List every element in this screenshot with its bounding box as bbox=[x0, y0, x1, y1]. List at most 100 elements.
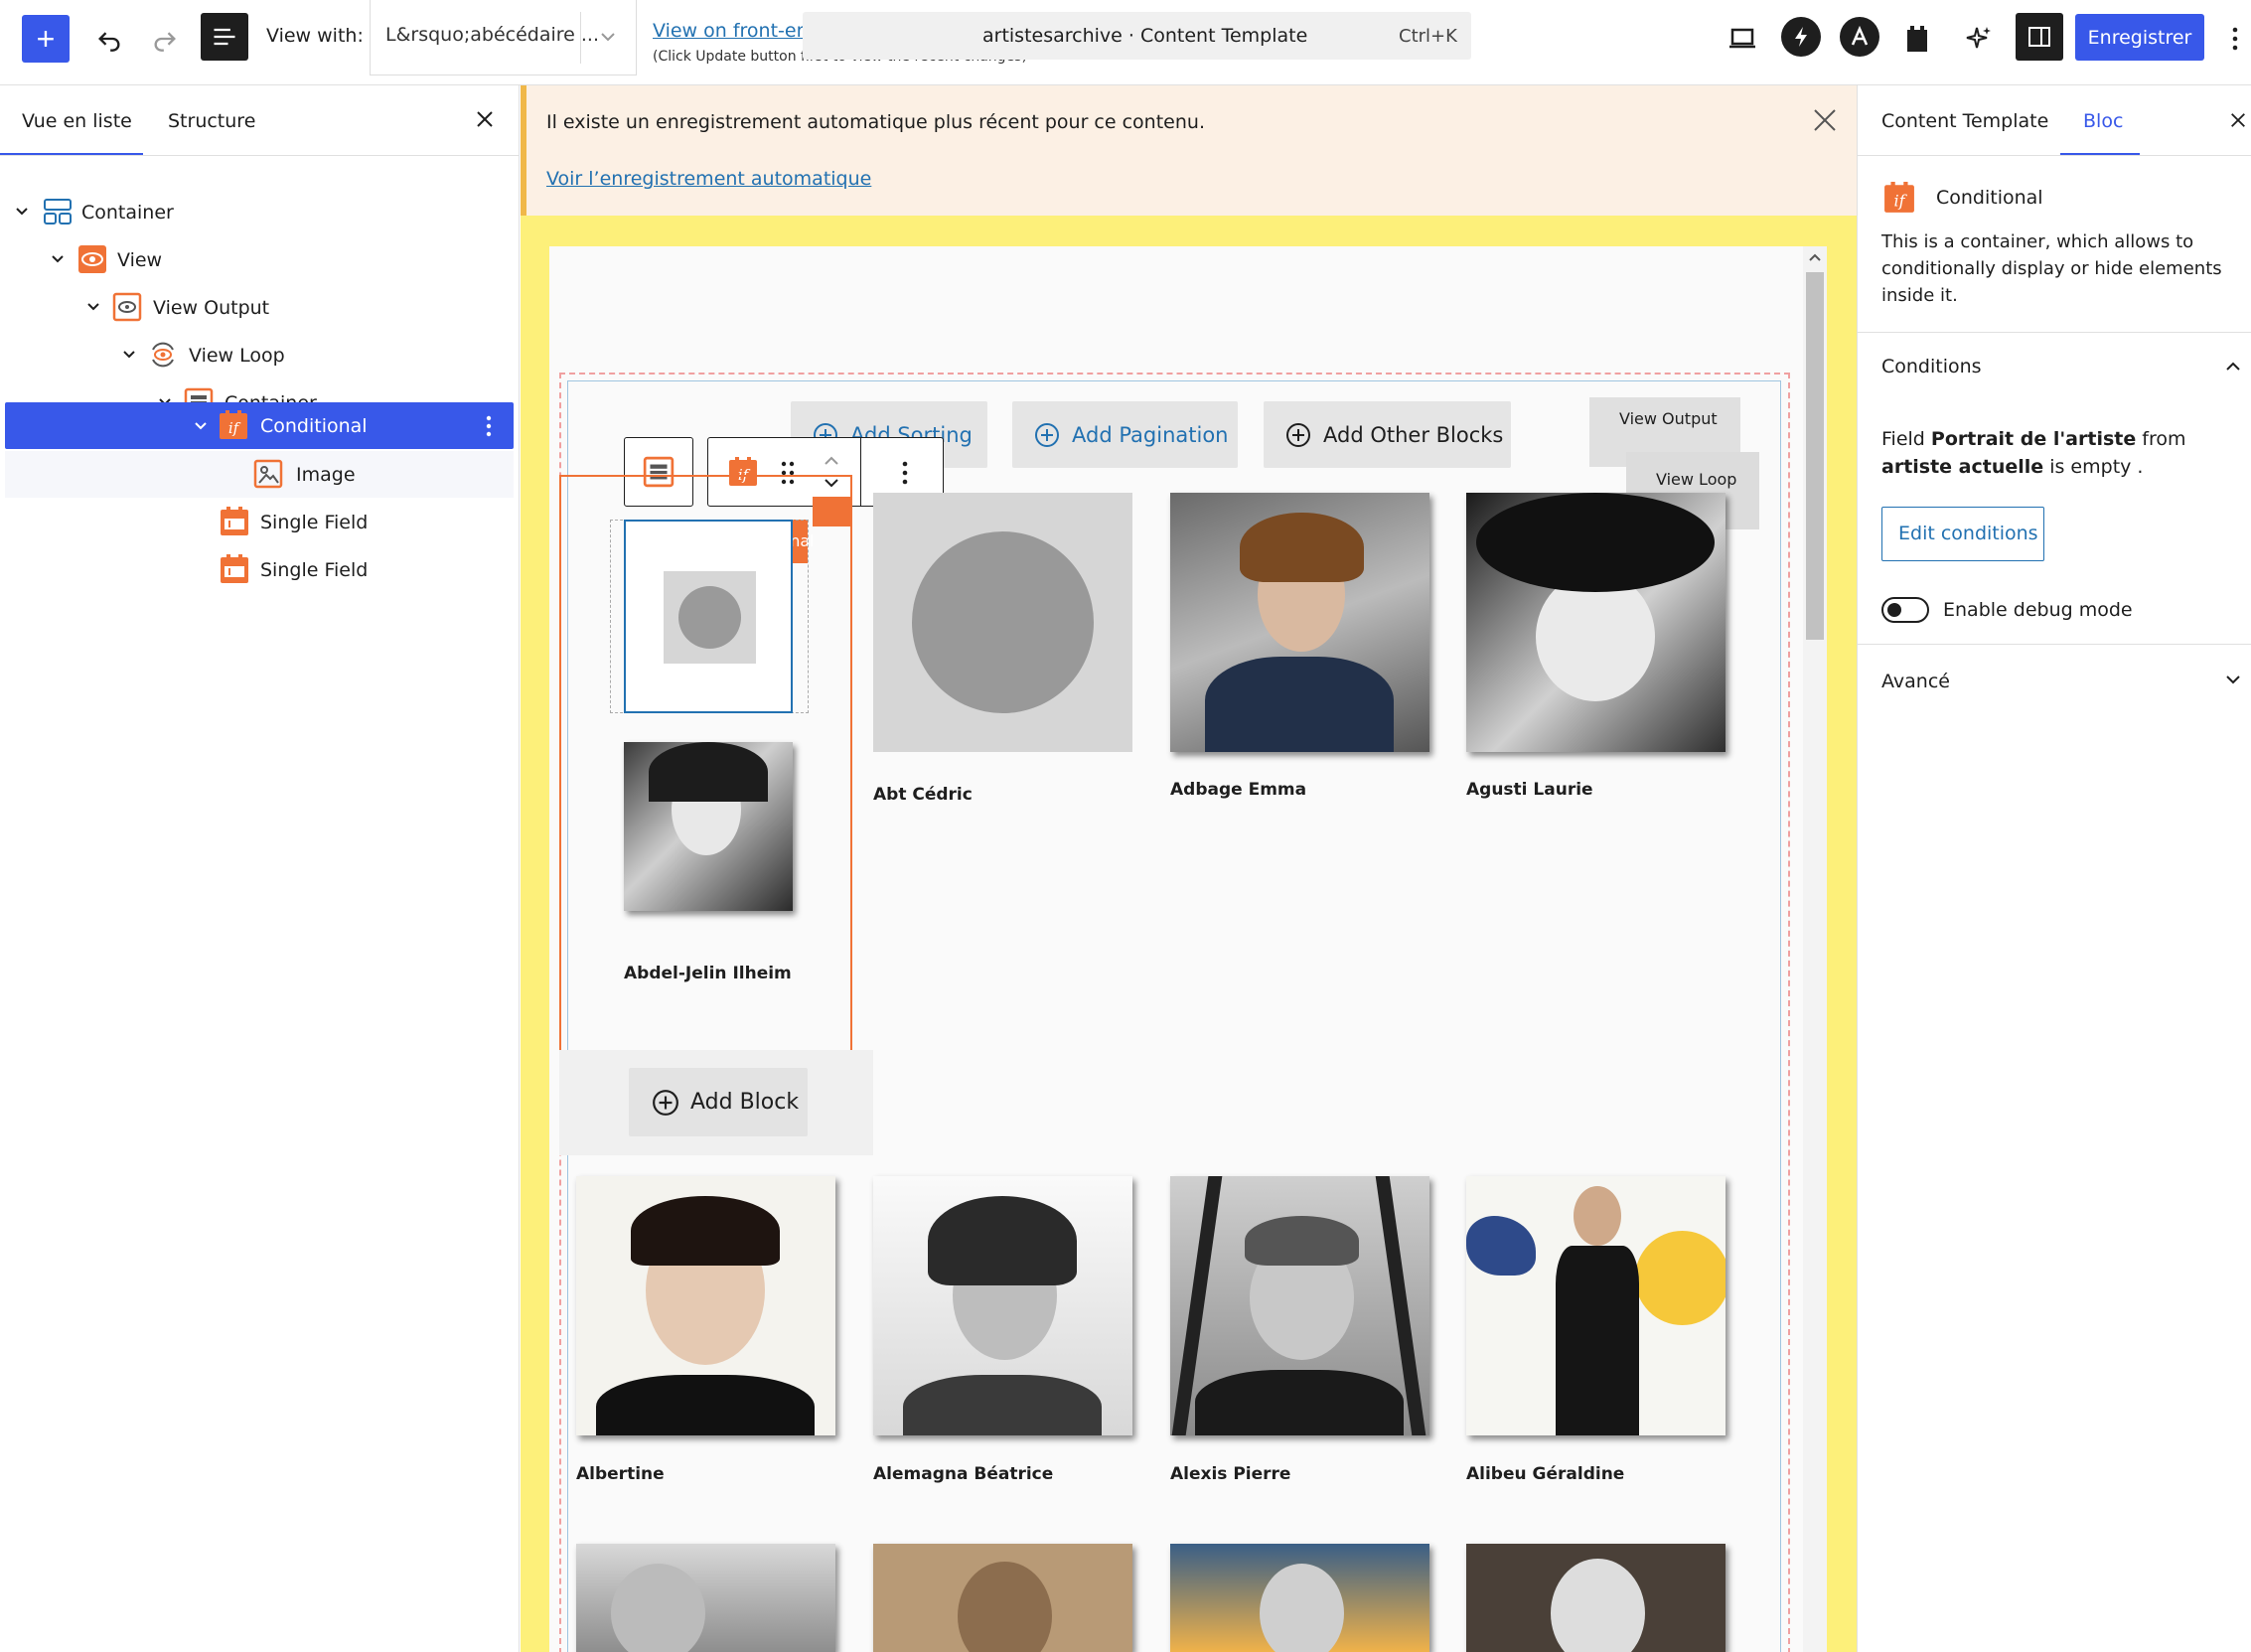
debug-mode-toggle[interactable] bbox=[1881, 597, 1929, 623]
add-pagination-button[interactable]: Add Pagination bbox=[1012, 401, 1238, 468]
conditions-panel-title[interactable]: Conditions bbox=[1881, 356, 1982, 377]
tree-item-image[interactable]: Image bbox=[5, 451, 514, 498]
chevron-down-icon bbox=[601, 33, 615, 42]
chevron-up-icon[interactable] bbox=[1808, 251, 1822, 263]
autosave-notice: Il existe un enregistrement automatique … bbox=[521, 85, 1857, 216]
tree-item-single-field[interactable]: Single Field bbox=[0, 545, 514, 593]
portrait-face bbox=[611, 1564, 705, 1652]
more-vertical-icon[interactable] bbox=[486, 414, 492, 438]
advanced-panel-title[interactable]: Avancé bbox=[1881, 671, 1950, 692]
portrait-face bbox=[1574, 1186, 1621, 1246]
plus-circle-icon bbox=[1035, 422, 1059, 447]
plus-circle-icon bbox=[653, 1089, 678, 1116]
close-icon[interactable] bbox=[475, 109, 495, 129]
artist-photo bbox=[576, 1544, 835, 1652]
chevron-down-icon[interactable] bbox=[84, 298, 102, 316]
tab-list-view[interactable]: Vue en liste bbox=[22, 110, 132, 132]
add-other-blocks-label: Add Other Blocks bbox=[1323, 422, 1504, 447]
close-icon[interactable] bbox=[1812, 107, 1838, 133]
edit-conditions-button[interactable]: Edit conditions bbox=[1881, 507, 2044, 561]
view-icon bbox=[78, 245, 106, 273]
scrollbar-track[interactable] bbox=[1803, 246, 1827, 1652]
command-palette-bar[interactable]: artistesarchive · Content Template Ctrl+… bbox=[803, 12, 1471, 60]
plugin-a-button[interactable] bbox=[1840, 17, 1879, 57]
artist-name: Abdel-Jelin Ilheim bbox=[624, 964, 792, 983]
view-with-value: L&rsquo;abécédaire ... bbox=[385, 24, 599, 46]
toggle-knob bbox=[1887, 603, 1901, 617]
view-with-select[interactable]: L&rsquo;abécédaire ... bbox=[370, 0, 637, 75]
tree-item-view-output[interactable]: View Output bbox=[0, 283, 514, 331]
preview-device-button[interactable] bbox=[1723, 15, 1762, 63]
artist-name: Alibeu Géraldine bbox=[1466, 1464, 1625, 1484]
save-button[interactable]: Enregistrer bbox=[2075, 14, 2204, 61]
condition-summary: Field Portrait de l'artiste from artiste… bbox=[1881, 425, 2239, 481]
chevron-down-icon[interactable] bbox=[49, 250, 67, 268]
undo-icon bbox=[98, 32, 120, 52]
artist-photo bbox=[1170, 1176, 1429, 1435]
single-field-icon bbox=[221, 507, 248, 535]
options-button[interactable] bbox=[2225, 15, 2245, 63]
image-placeholder[interactable] bbox=[624, 520, 793, 713]
tab-content-template[interactable]: Content Template bbox=[1881, 110, 2048, 132]
view-autosave-link[interactable]: Voir l’enregistrement automatique bbox=[546, 168, 871, 190]
scrollbar-thumb[interactable] bbox=[1806, 272, 1824, 640]
tree-item-conditional[interactable]: if Conditional bbox=[5, 402, 514, 449]
portrait-face bbox=[1551, 1559, 1645, 1652]
chevron-up-icon[interactable] bbox=[2223, 358, 2243, 374]
sparkle-icon bbox=[1966, 27, 1991, 49]
tree-item-view[interactable]: View bbox=[0, 235, 514, 283]
document-overview-button[interactable] bbox=[201, 13, 248, 61]
add-block-button[interactable]: + bbox=[22, 15, 70, 63]
portrait-hair bbox=[928, 1196, 1077, 1285]
portrait-body bbox=[1195, 1370, 1404, 1435]
chevron-down-icon[interactable] bbox=[2223, 673, 2243, 688]
add-block-button[interactable]: Add Block bbox=[629, 1068, 808, 1136]
toolbar-divider bbox=[860, 438, 861, 506]
ai-assistant-button[interactable] bbox=[1959, 15, 1999, 63]
add-other-blocks-button[interactable]: Add Other Blocks bbox=[1264, 401, 1511, 468]
portrait-decor bbox=[1466, 1216, 1536, 1276]
artist-name: Agusti Laurie bbox=[1466, 780, 1593, 800]
artist-photo bbox=[624, 742, 793, 911]
tree-item-single-field[interactable]: Single Field bbox=[0, 498, 514, 545]
close-icon[interactable] bbox=[2229, 111, 2247, 129]
add-block-label: Add Block bbox=[690, 1090, 800, 1115]
chevron-down-icon[interactable] bbox=[192, 417, 210, 435]
portrait-body bbox=[1205, 657, 1394, 752]
redo-button[interactable] bbox=[141, 15, 189, 63]
list-view-panel: Vue en liste Structure Container View Vi… bbox=[0, 85, 520, 1652]
chevron-down-icon[interactable] bbox=[13, 203, 31, 221]
placeholder-circle bbox=[678, 586, 741, 649]
tab-structure[interactable]: Structure bbox=[168, 110, 255, 132]
move-up-icon[interactable] bbox=[822, 452, 841, 468]
view-front-end-link[interactable]: View on front-end bbox=[653, 20, 821, 42]
tree-item-label: Image bbox=[296, 464, 356, 486]
cond-suffix: is empty . bbox=[2049, 456, 2144, 478]
tab-bloc[interactable]: Bloc bbox=[2083, 110, 2123, 132]
chevron-down-icon[interactable] bbox=[120, 346, 138, 364]
settings-sidebar-toggle[interactable] bbox=[2016, 13, 2063, 61]
plus-circle-icon bbox=[1286, 422, 1310, 447]
undo-button[interactable] bbox=[85, 15, 133, 63]
bolt-plugin-button[interactable] bbox=[1781, 17, 1821, 57]
clipboard-plugin-button[interactable] bbox=[1897, 15, 1937, 63]
tree-item-container[interactable]: Container bbox=[0, 188, 514, 235]
placeholder-circle bbox=[912, 531, 1094, 713]
portrait-body bbox=[596, 1375, 815, 1435]
a-logo-icon bbox=[1851, 26, 1869, 46]
artist-name: Abt Cédric bbox=[873, 785, 973, 805]
more-vertical-icon[interactable] bbox=[902, 460, 908, 486]
container-icon bbox=[44, 199, 72, 225]
tree-item-label: View Loop bbox=[189, 345, 285, 367]
add-pagination-label: Add Pagination bbox=[1072, 422, 1229, 447]
cond-field: Portrait de l'artiste bbox=[1930, 428, 2137, 450]
list-view-icon bbox=[214, 28, 235, 46]
portrait-hair bbox=[1240, 513, 1364, 582]
conditional-handle bbox=[813, 497, 852, 526]
tree-item-view-loop[interactable]: View Loop bbox=[0, 331, 514, 378]
notice-text: Il existe un enregistrement automatique … bbox=[546, 111, 1205, 133]
artist-photo bbox=[576, 1176, 835, 1435]
conditional-icon: if bbox=[1884, 182, 1914, 213]
portrait-hair bbox=[649, 742, 768, 802]
bolt-icon bbox=[1795, 27, 1807, 47]
